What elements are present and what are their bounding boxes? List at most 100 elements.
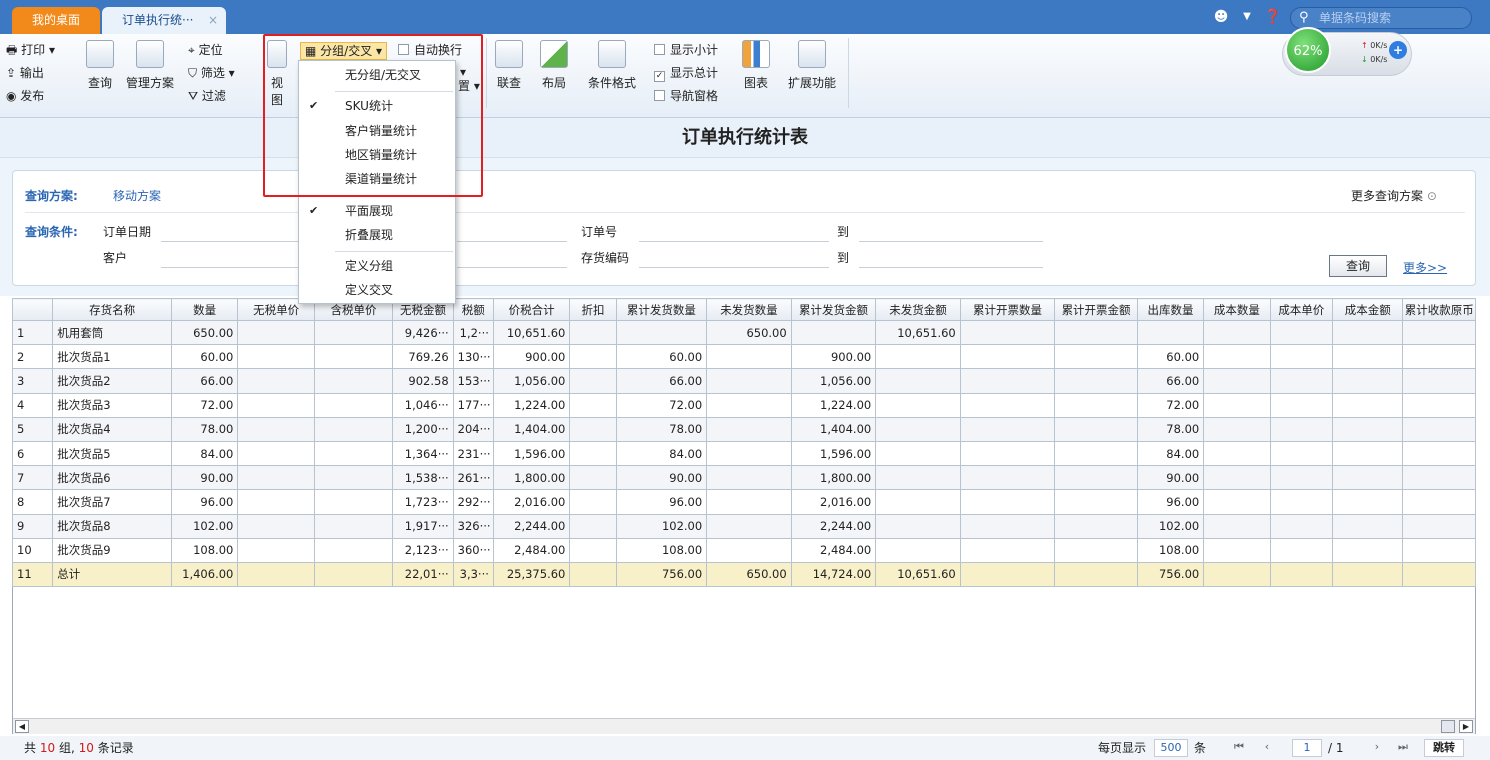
table-cell[interactable]: 204··· — [452, 416, 494, 442]
table-cell[interactable] — [1054, 513, 1138, 539]
table-cell[interactable]: 1,596.00 — [790, 440, 877, 467]
customer-to-field[interactable] — [457, 267, 567, 268]
table-cell[interactable]: 72.00 — [615, 392, 708, 418]
table-cell[interactable] — [1402, 416, 1476, 442]
table-cell[interactable] — [706, 489, 792, 515]
table-row[interactable]: 9 批次货品8 102.00 1,917··· 326··· 2,244.00 102.00… — [11, 513, 1476, 539]
table-cell[interactable] — [1054, 489, 1138, 515]
table-cell[interactable]: 102.00 — [170, 513, 239, 539]
table-row[interactable]: 4 批次货品3 72.00 1,046··· 177··· 1,224.00 72.00 1,… — [11, 392, 1476, 418]
table-cell[interactable]: 130··· — [452, 344, 494, 370]
table-cell[interactable] — [1269, 319, 1334, 346]
table-cell[interactable]: 批次货品3 — [52, 392, 172, 418]
table-cell[interactable]: 2,484.00 — [790, 537, 877, 563]
table-cell[interactable] — [875, 489, 961, 515]
table-cell[interactable] — [1402, 513, 1476, 539]
table-cell[interactable] — [569, 537, 617, 563]
cond-format-button[interactable]: 条件格式 — [584, 40, 640, 91]
table-cell[interactable]: 1,404.00 — [492, 416, 571, 442]
table-cell[interactable] — [569, 513, 617, 539]
table-cell[interactable]: 批次货品9 — [52, 537, 172, 563]
customer-field[interactable] — [161, 267, 299, 268]
order-no-to-field[interactable] — [859, 241, 1043, 242]
scroll-left-icon[interactable]: ◀ — [15, 720, 29, 733]
table-cell[interactable] — [237, 465, 315, 491]
table-cell[interactable]: 900.00 — [790, 344, 877, 370]
table-cell[interactable] — [875, 392, 961, 418]
plus-icon[interactable]: + — [1389, 41, 1407, 59]
table-cell[interactable]: 批次货品4 — [52, 416, 172, 442]
table-cell[interactable] — [1203, 465, 1271, 491]
table-cell[interactable]: 360··· — [452, 537, 494, 563]
table-cell[interactable]: 177··· — [452, 392, 494, 418]
table-cell[interactable] — [1203, 392, 1271, 418]
table-cell[interactable] — [569, 440, 617, 467]
table-cell[interactable] — [706, 465, 792, 491]
table-cell[interactable] — [1402, 344, 1476, 370]
table-cell[interactable]: 326··· — [452, 513, 494, 539]
table-cell[interactable]: 1,224.00 — [492, 392, 571, 418]
total-row[interactable]: 11 总计 1,406.00 22,01··· 3,3··· 25,375.60 756.0… — [11, 561, 1476, 588]
table-cell[interactable] — [1054, 392, 1138, 418]
print-button[interactable]: 🖶 打印 ▾ — [6, 42, 55, 58]
table-cell[interactable] — [237, 416, 315, 442]
table-cell[interactable]: 60.00 — [170, 344, 239, 370]
table-row[interactable]: 6 批次货品5 84.00 1,364··· 231··· 1,596.00 84.00 1,… — [11, 440, 1476, 467]
table-cell[interactable] — [875, 537, 961, 563]
table-cell[interactable]: 102.00 — [1136, 513, 1205, 539]
table-cell[interactable]: 900.00 — [492, 344, 571, 370]
filter-button[interactable]: ⛉ 筛选 ▾ — [188, 65, 235, 81]
table-cell[interactable] — [1331, 344, 1404, 370]
table-cell[interactable]: 90.00 — [1136, 465, 1205, 491]
table-cell[interactable]: 1,046··· — [392, 392, 454, 418]
chart-button[interactable]: 图表 — [740, 40, 772, 91]
table-cell[interactable]: 2,484.00 — [492, 537, 571, 563]
table-cell[interactable]: 2,016.00 — [790, 489, 877, 515]
table-cell[interactable] — [1203, 537, 1271, 563]
locate-button[interactable]: ⌖ 定位 — [188, 42, 223, 58]
table-row[interactable]: 5 批次货品4 78.00 1,200··· 204··· 1,404.00 78.00 1,… — [11, 416, 1476, 442]
table-cell[interactable]: 10,651.60 — [875, 319, 961, 346]
table-cell[interactable]: 292··· — [452, 489, 494, 515]
table-cell[interactable] — [875, 513, 961, 539]
table-cell[interactable]: 78.00 — [615, 416, 708, 442]
table-cell[interactable]: 25,375.60 — [492, 561, 571, 588]
table-cell[interactable] — [1203, 513, 1271, 539]
table-cell[interactable] — [875, 368, 961, 394]
table-cell[interactable]: 902.58 — [392, 368, 454, 394]
table-cell[interactable] — [1402, 489, 1476, 515]
table-cell[interactable]: 96.00 — [615, 489, 708, 515]
table-cell[interactable] — [959, 561, 1056, 588]
table-cell[interactable] — [1269, 537, 1334, 563]
table-cell[interactable] — [1203, 416, 1271, 442]
extend-button[interactable]: 扩展功能 — [784, 40, 840, 91]
column-header[interactable] — [11, 298, 54, 321]
table-cell[interactable] — [313, 561, 394, 588]
table-cell[interactable]: 1,224.00 — [790, 392, 877, 418]
table-cell[interactable] — [615, 319, 708, 346]
table-cell[interactable]: 769.26 — [392, 344, 454, 370]
publish-button[interactable]: ◉ 发布 — [6, 88, 44, 104]
show-subtotal-checkbox[interactable]: 显示小计 — [654, 42, 718, 58]
table-cell[interactable]: 1,538··· — [392, 465, 454, 491]
table-cell[interactable]: 2,244.00 — [492, 513, 571, 539]
table-cell[interactable]: 1,404.00 — [790, 416, 877, 442]
column-header[interactable]: 未发货金额 — [875, 298, 961, 321]
table-cell[interactable] — [569, 319, 617, 346]
table-cell[interactable] — [237, 344, 315, 370]
table-cell[interactable]: 1,200··· — [392, 416, 454, 442]
table-cell[interactable] — [1269, 513, 1334, 539]
table-cell[interactable] — [706, 344, 792, 370]
table-cell[interactable]: 9,426··· — [392, 319, 454, 346]
table-cell[interactable]: 3,3··· — [452, 561, 494, 588]
table-cell[interactable]: 22,01··· — [392, 561, 454, 588]
table-cell[interactable] — [313, 319, 394, 346]
table-cell[interactable] — [569, 416, 617, 442]
chevron-down-icon[interactable]: ▼ — [1238, 8, 1256, 26]
query-submit-button[interactable]: 查询 — [1329, 255, 1387, 277]
table-row[interactable]: 10 批次货品9 108.00 2,123··· 360··· 2,484.00 108.0… — [11, 537, 1476, 563]
table-cell[interactable]: 84.00 — [615, 440, 708, 467]
table-cell[interactable] — [706, 416, 792, 442]
table-cell[interactable] — [237, 440, 315, 467]
last-page-icon[interactable]: ⏭ — [1394, 739, 1412, 757]
